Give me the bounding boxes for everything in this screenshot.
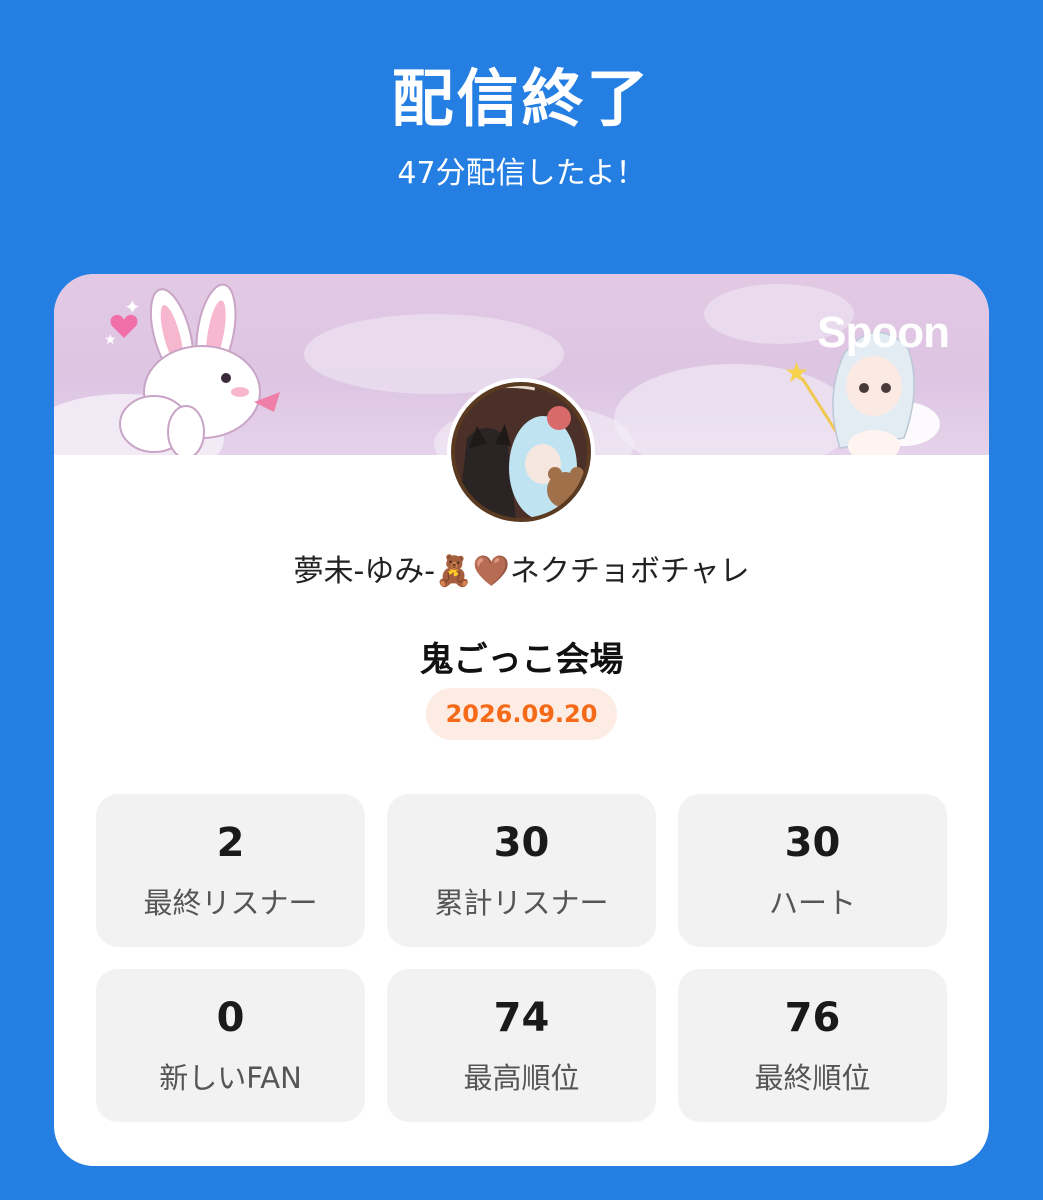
stat-label: 最終順位 [754, 1061, 871, 1095]
avatar[interactable] [447, 378, 595, 526]
stat-label: 累計リスナー [434, 886, 609, 920]
stat-new-fans: 0 新しいFAN [96, 969, 365, 1122]
broadcaster-name: 夢未-ゆみ-🧸🤎ネクチョボチャレ [293, 554, 750, 589]
stat-total-listeners: 30 累計リスナー [387, 794, 656, 947]
stat-value: 0 [216, 995, 245, 1041]
stat-hearts: 30 ハート [678, 794, 947, 947]
live-title: 鬼ごっこ会場 [419, 640, 624, 680]
page-title: 配信終了 [391, 62, 652, 135]
stat-final-listeners: 2 最終リスナー [96, 794, 365, 947]
spoon-logo: Spoon [817, 308, 950, 357]
live-end-screen: 配信終了 47分配信したよ！ ✦ ★ ★ Spoon 夢未-ゆみ-🧸🤎ネクチョボ… [0, 0, 1043, 1200]
summary-card: ✦ ★ ★ Spoon 夢未-ゆみ-🧸🤎ネクチョボチャレ 鬼ごっこ会場 2026… [54, 274, 989, 1166]
stat-highest-rank: 74 最高順位 [387, 969, 656, 1122]
bunny-illustration: ✦ ★ [104, 283, 280, 455]
stats-grid: 2 最終リスナー 30 累計リスナー 30 ハート 0 新しいFAN 74 最高… [96, 794, 947, 1122]
stat-label: 新しいFAN [159, 1061, 302, 1095]
stat-value: 30 [784, 820, 841, 866]
stat-value: 30 [493, 820, 550, 866]
stat-label: 最高順位 [463, 1061, 580, 1095]
date-badge: 2026.09.20 [426, 688, 617, 740]
stat-value: 2 [216, 820, 245, 866]
stat-label: ハート [768, 886, 856, 920]
stat-value: 74 [493, 995, 550, 1041]
stat-value: 76 [784, 995, 841, 1041]
svg-text:★: ★ [104, 332, 117, 348]
stat-label: 最終リスナー [143, 886, 318, 920]
stat-final-rank: 76 最終順位 [678, 969, 947, 1122]
angel-illustration: ★ [784, 331, 940, 455]
duration-subtitle: 47分配信したよ！ [397, 156, 646, 191]
